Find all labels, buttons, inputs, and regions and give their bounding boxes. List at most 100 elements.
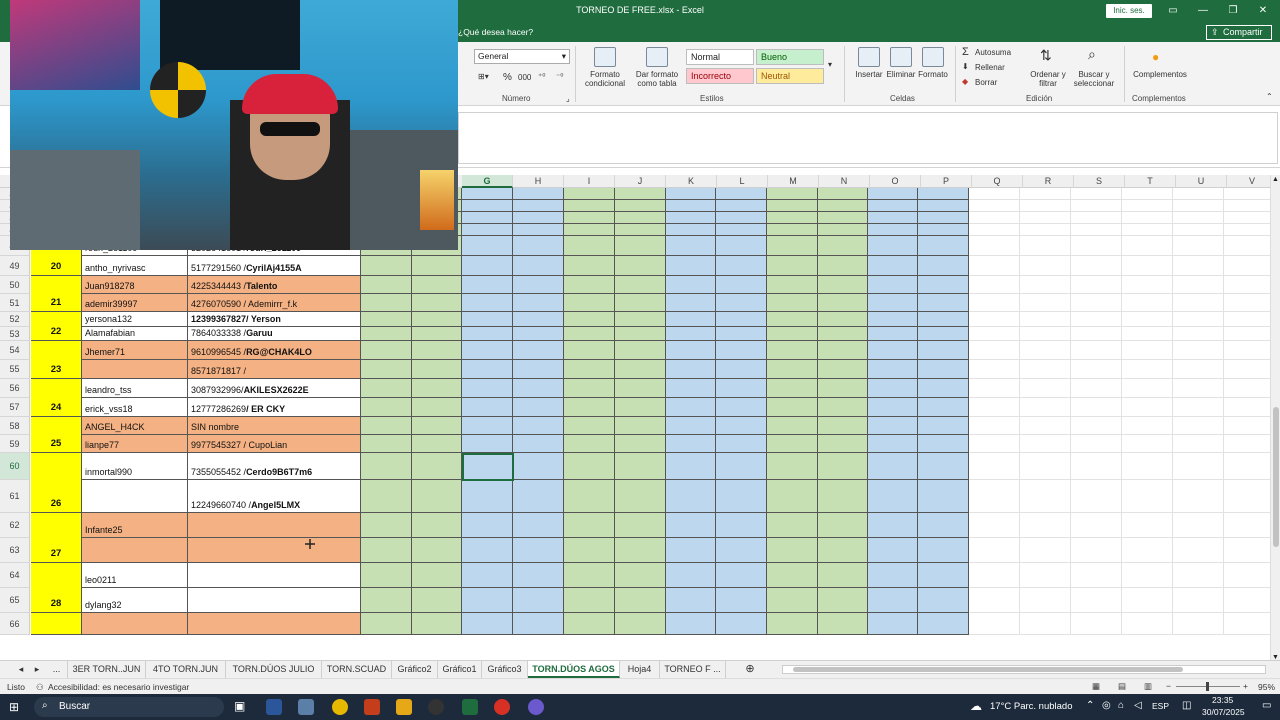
grid-cell[interactable] <box>1224 538 1270 563</box>
grid-cell[interactable] <box>412 538 462 563</box>
grid-cell[interactable] <box>868 480 918 513</box>
grid-cell[interactable] <box>918 200 969 212</box>
grid-cell[interactable] <box>1173 312 1224 327</box>
player-name-cell[interactable]: dylang32 <box>82 588 188 613</box>
grid-cell[interactable] <box>1122 312 1173 327</box>
grid-cell[interactable] <box>1224 513 1270 538</box>
tab-scroll-left-icon[interactable]: ◂ <box>14 661 28 678</box>
grid-cell[interactable] <box>513 236 564 256</box>
grid-cell[interactable] <box>513 563 564 588</box>
team-number-cell[interactable] <box>31 613 82 635</box>
team-number-cell[interactable]: 28 <box>31 563 82 613</box>
grid-cell[interactable] <box>918 398 969 417</box>
grid-cell[interactable] <box>462 513 513 538</box>
grid-cell[interactable] <box>564 294 615 312</box>
grid-cell[interactable] <box>868 435 918 453</box>
grid-cell[interactable] <box>767 236 818 256</box>
grid-cell[interactable] <box>918 480 969 513</box>
grid-cell[interactable] <box>513 435 564 453</box>
grid-cell[interactable] <box>918 453 969 480</box>
grid-cell[interactable] <box>918 256 969 276</box>
store-icon[interactable] <box>298 699 314 715</box>
grid-cell[interactable] <box>615 200 666 212</box>
grid-cell[interactable] <box>462 435 513 453</box>
grid-cell[interactable] <box>666 276 716 294</box>
grid-cell[interactable] <box>1224 236 1270 256</box>
grid-cell[interactable] <box>1122 236 1173 256</box>
grid-cell[interactable] <box>462 613 513 635</box>
grid-cell[interactable] <box>767 480 818 513</box>
team-number-cell[interactable]: 27 <box>31 513 82 563</box>
grid-cell[interactable] <box>1071 360 1122 379</box>
grid-cell[interactable] <box>513 224 564 236</box>
windows-start-icon[interactable]: ⊞ <box>9 700 19 714</box>
volume-icon[interactable]: ◁ <box>1134 700 1142 711</box>
grid-cell[interactable] <box>1071 538 1122 563</box>
grid-cell[interactable] <box>1173 398 1224 417</box>
grid-cell[interactable] <box>969 379 1020 398</box>
grid-cell[interactable] <box>818 294 868 312</box>
player-id-cell[interactable]: 4225344443 / Talento <box>188 276 361 294</box>
grid-cell[interactable] <box>1224 588 1270 613</box>
grid-cell[interactable] <box>1173 563 1224 588</box>
grid-cell[interactable] <box>767 294 818 312</box>
grid-cell[interactable] <box>462 379 513 398</box>
grid-cell[interactable] <box>767 200 818 212</box>
grid-cell[interactable] <box>1071 588 1122 613</box>
grid-cell[interactable] <box>818 513 868 538</box>
grid-cell[interactable] <box>1173 480 1224 513</box>
grid-cell[interactable] <box>412 360 462 379</box>
grid-cell[interactable] <box>412 256 462 276</box>
grid-cell[interactable] <box>969 453 1020 480</box>
close-button[interactable]: ✕ <box>1248 3 1278 19</box>
grid-cell[interactable] <box>1122 480 1173 513</box>
grid-cell[interactable] <box>767 379 818 398</box>
grid-cell[interactable] <box>1020 327 1071 341</box>
restore-button[interactable]: ❐ <box>1218 3 1248 19</box>
grid-cell[interactable] <box>513 360 564 379</box>
grid-cell[interactable] <box>1020 360 1071 379</box>
grid-cell[interactable] <box>564 312 615 327</box>
grid-cell[interactable] <box>1071 563 1122 588</box>
grid-cell[interactable] <box>1020 236 1071 256</box>
autosum-button[interactable]: Autosuma <box>975 48 1011 57</box>
grid-cell[interactable] <box>918 417 969 435</box>
tray-chevron-icon[interactable]: ⌃ <box>1086 700 1094 711</box>
grid-cell[interactable] <box>1020 417 1071 435</box>
column-header-k[interactable]: K <box>666 175 717 188</box>
grid-cell[interactable] <box>564 188 615 200</box>
collapse-ribbon-icon[interactable]: ⌃ <box>1266 92 1273 101</box>
grid-cell[interactable] <box>513 294 564 312</box>
grid-cell[interactable] <box>818 398 868 417</box>
grid-cell[interactable] <box>716 341 767 360</box>
row-header-58[interactable]: 58 <box>0 417 30 435</box>
grid-cell[interactable] <box>361 379 412 398</box>
language-indicator[interactable]: ESP <box>1152 701 1169 711</box>
grid-cell[interactable] <box>412 435 462 453</box>
grid-cell[interactable] <box>361 312 412 327</box>
grid-cell[interactable] <box>1071 294 1122 312</box>
grid-cell[interactable] <box>868 513 918 538</box>
grid-cell[interactable] <box>1071 480 1122 513</box>
grid-cell[interactable] <box>462 480 513 513</box>
grid-cell[interactable] <box>918 379 969 398</box>
grid-cell[interactable] <box>1071 453 1122 480</box>
find-select-button[interactable]: Buscar y seleccionar <box>1068 70 1120 88</box>
scrollbar-thumb[interactable] <box>1273 407 1279 547</box>
style-bueno[interactable]: Bueno <box>756 49 824 65</box>
clear-button[interactable]: Borrar <box>975 78 997 87</box>
grid-cell[interactable] <box>918 513 969 538</box>
grid-cell[interactable] <box>513 417 564 435</box>
grid-cell[interactable] <box>666 188 716 200</box>
player-name-cell[interactable] <box>82 538 188 563</box>
grid-cell[interactable] <box>564 256 615 276</box>
team-number-cell[interactable]: 26 <box>31 453 82 513</box>
grid-cell[interactable] <box>1020 212 1071 224</box>
grid-cell[interactable] <box>1020 256 1071 276</box>
player-id-cell[interactable]: 9977545327 / CupoLian <box>188 435 361 453</box>
currency-icon[interactable]: ⊞▾ <box>478 72 489 81</box>
grid-cell[interactable] <box>513 312 564 327</box>
sheet-tab[interactable]: TORNEO F ... <box>660 661 726 678</box>
grid-cell[interactable] <box>818 327 868 341</box>
grid-cell[interactable] <box>767 224 818 236</box>
